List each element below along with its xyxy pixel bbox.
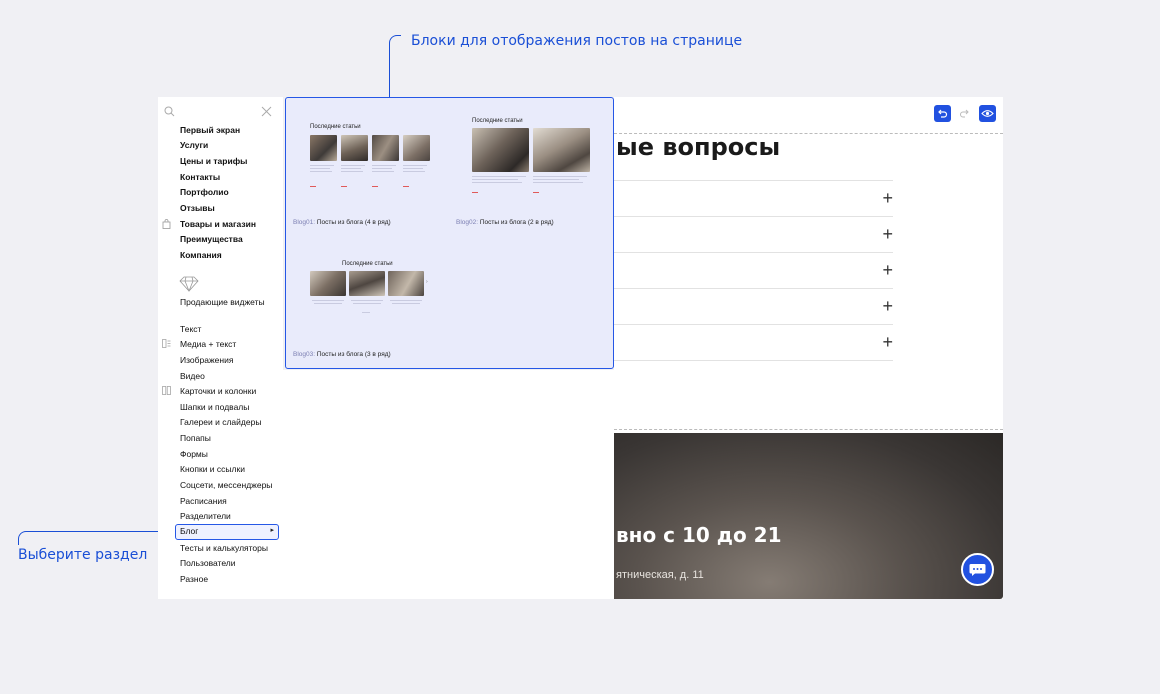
- chevron-right-icon: ▸: [270, 527, 274, 534]
- arrow-right-icon: ›: [426, 279, 428, 285]
- sidebar-section-users[interactable]: Пользователи: [180, 558, 235, 569]
- sidebar-section-headers[interactable]: Шапки и подвалы: [180, 402, 249, 413]
- sidebar-section-misc[interactable]: Разное: [180, 574, 208, 585]
- block-preview-title: Последние статьи: [472, 118, 523, 124]
- block-preview-title: Последние статьи: [342, 261, 393, 267]
- faq-list: + + + + +: [614, 180, 893, 361]
- hero-title: вно с 10 до 21: [616, 523, 782, 547]
- sidebar-item-prices[interactable]: Цены и тарифы: [180, 156, 247, 167]
- preview-image: [349, 271, 385, 296]
- blog-blocks-panel: Последние статьи Blog01: Посты из блога …: [285, 97, 614, 369]
- page-editor-canvas: ые вопросы + + + + + вно с 10 до 21 ятни…: [614, 97, 1003, 599]
- faq-item[interactable]: +: [614, 181, 893, 217]
- plus-icon: +: [882, 332, 893, 352]
- redo-icon[interactable]: [959, 107, 971, 119]
- sidebar-section-text[interactable]: Текст: [180, 324, 201, 335]
- top-annotation-connector: [389, 35, 401, 97]
- columns-icon: [162, 386, 171, 398]
- sidebar-section-blog-label: Блог: [180, 526, 199, 536]
- undo-icon: [938, 109, 948, 118]
- top-annotation-label: Блоки для отображения постов на странице: [411, 33, 743, 49]
- sidebar-section-cards[interactable]: Карточки и колонки: [180, 386, 256, 397]
- panel-empty-area: [283, 370, 616, 599]
- shopping-bag-icon: [162, 219, 171, 232]
- sidebar-item-contacts[interactable]: Контакты: [180, 172, 220, 183]
- sidebar-section-dividers[interactable]: Разделители: [180, 511, 231, 522]
- preview-image: [388, 271, 424, 296]
- sidebar-section-popups[interactable]: Попапы: [180, 433, 211, 444]
- sidebar-item-portfolio[interactable]: Портфолио: [180, 187, 229, 198]
- block-caption: Blog02: Посты из блога (2 в ряд): [456, 219, 554, 226]
- preview-image: [310, 271, 346, 296]
- sidebar-section-images[interactable]: Изображения: [180, 355, 233, 366]
- block-blog03[interactable]: Последние статьи › Blog03: Посты из блог…: [286, 234, 448, 368]
- left-annotation-label: Выберите раздел: [18, 547, 148, 563]
- preview-button[interactable]: [979, 105, 996, 122]
- block-caption: Blog03: Посты из блога (3 в ряд): [293, 351, 391, 358]
- sidebar-section-galleries[interactable]: Галереи и слайдеры: [180, 417, 261, 428]
- plus-icon: +: [882, 188, 893, 208]
- sidebar-section-schedules[interactable]: Расписания: [180, 496, 227, 507]
- section-divider: [614, 429, 1003, 430]
- plus-icon: +: [882, 260, 893, 280]
- faq-item[interactable]: +: [614, 289, 893, 325]
- sidebar-section-video[interactable]: Видео: [180, 371, 205, 382]
- preview-image: [472, 128, 529, 172]
- sidebar-item-reviews[interactable]: Отзывы: [180, 203, 215, 214]
- faq-title: ые вопросы: [616, 133, 781, 161]
- faq-item[interactable]: +: [614, 253, 893, 289]
- block-blog02[interactable]: Последние статьи Blog02: Посты из блога …: [450, 98, 612, 233]
- close-icon[interactable]: [261, 104, 272, 117]
- sidebar-section-media-text[interactable]: Медиа + текст: [180, 339, 236, 350]
- blocks-sidebar: Первый экран Услуги Цены и тарифы Контак…: [158, 97, 283, 599]
- block-caption: Blog01: Посты из блога (4 в ряд): [293, 219, 391, 226]
- preview-image: [341, 135, 368, 161]
- faq-item[interactable]: +: [614, 325, 893, 361]
- eye-icon: [981, 110, 994, 117]
- diamond-icon: [179, 276, 199, 293]
- chat-button[interactable]: [961, 553, 994, 586]
- preview-image: [403, 135, 430, 161]
- faq-item[interactable]: +: [614, 217, 893, 253]
- sidebar-section-tests[interactable]: Тесты и калькуляторы: [180, 543, 268, 554]
- chat-icon: [969, 564, 986, 576]
- block-blog01[interactable]: Последние статьи Blog01: Посты из блога …: [286, 98, 448, 233]
- left-annotation-connector: [18, 531, 176, 545]
- preview-image: [533, 128, 590, 172]
- sidebar-section-blog-selected[interactable]: Блог ▸: [175, 524, 279, 540]
- sidebar-section-buttons[interactable]: Кнопки и ссылки: [180, 464, 245, 475]
- preview-image: [310, 135, 337, 161]
- hero-address: ятническая, д. 11: [616, 569, 704, 581]
- search-icon[interactable]: [164, 104, 175, 117]
- undo-button[interactable]: [934, 105, 951, 122]
- block-preview-title: Последние статьи: [310, 124, 361, 130]
- sidebar-item-services[interactable]: Услуги: [180, 140, 208, 151]
- sidebar-item-shop[interactable]: Товары и магазин: [180, 219, 256, 230]
- sidebar-item-company[interactable]: Компания: [180, 250, 222, 261]
- sidebar-item-first-screen[interactable]: Первый экран: [180, 125, 240, 136]
- hero-section: вно с 10 до 21 ятническая, д. 11: [614, 433, 1003, 599]
- sidebar-section-forms[interactable]: Формы: [180, 449, 208, 460]
- media-text-icon: [162, 339, 171, 351]
- sidebar-item-advantages[interactable]: Преимущества: [180, 234, 243, 245]
- plus-icon: +: [882, 296, 893, 316]
- sidebar-section-social[interactable]: Соцсети, мессенджеры: [180, 480, 272, 491]
- preview-image: [372, 135, 399, 161]
- plus-icon: +: [882, 224, 893, 244]
- sidebar-item-selling-widgets[interactable]: Продающие виджеты: [180, 297, 265, 308]
